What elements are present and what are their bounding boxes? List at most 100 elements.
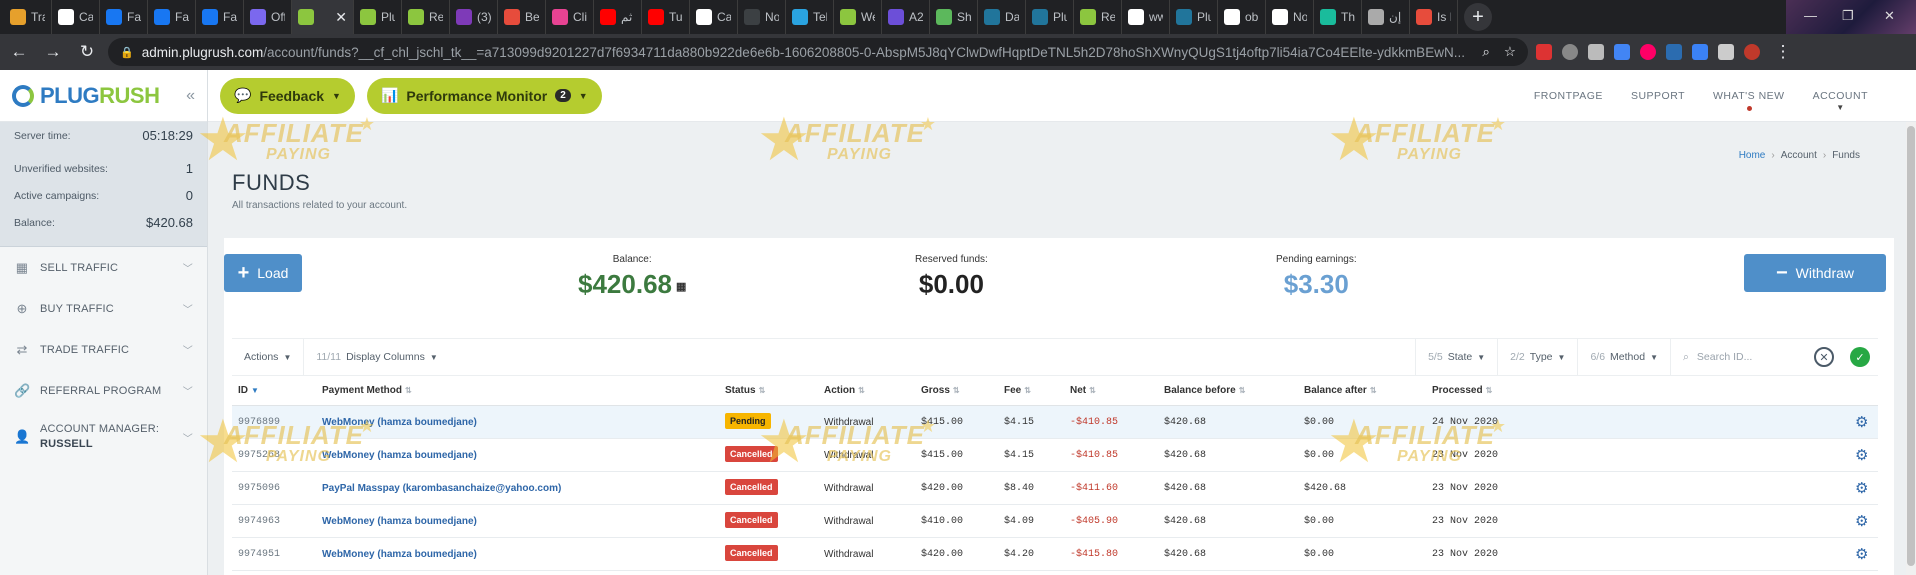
browser-tab[interactable]: Nouve — [738, 0, 786, 34]
browser-tab[interactable]: Sh — [930, 0, 978, 34]
table-row[interactable]: 9976899 WebMoney (hamza boumedjane) Withdr… — [232, 406, 1878, 439]
th-gross[interactable]: Gross ⇅ — [921, 385, 960, 396]
type-filter[interactable]: 2/2 Type ▼ — [1498, 338, 1579, 376]
nav-support[interactable]: SUPPORT — [1631, 90, 1685, 102]
browser-tab[interactable]: Th — [1314, 0, 1362, 34]
display-columns-dropdown[interactable]: 11/11 Display Columns ▼ — [304, 338, 449, 376]
table-row[interactable]: 9975268 WebMoney (hamza boumedjane) Withdr… — [232, 439, 1878, 472]
browser-tab[interactable]: ww — [1122, 0, 1170, 34]
gear-icon[interactable]: ⚙ — [1855, 545, 1868, 563]
menu-dots-icon[interactable]: ⋮ — [1770, 39, 1796, 65]
th-payment-method[interactable]: Payment Method ⇅ — [322, 385, 412, 396]
nav-frontpage[interactable]: FRONTPAGE — [1534, 90, 1603, 102]
extension-icon[interactable] — [1614, 44, 1630, 60]
nav-account[interactable]: ACCOUNT ▼ — [1813, 90, 1868, 112]
extension-icon[interactable] — [1588, 44, 1604, 60]
th-balance-before[interactable]: Balance before ⇅ — [1164, 385, 1245, 396]
close-tab-icon[interactable]: ✕ — [335, 9, 347, 26]
extension-icon[interactable] — [1536, 44, 1552, 60]
browser-tab[interactable]: Plu — [354, 0, 402, 34]
extension-icon[interactable] — [1562, 44, 1578, 60]
cell-payment-method[interactable]: WebMoney (hamza boumedjane) — [322, 549, 477, 560]
browser-tab[interactable]: Tu — [642, 0, 690, 34]
browser-tab[interactable]: Da — [978, 0, 1026, 34]
browser-tab[interactable]: Re — [1074, 0, 1122, 34]
browser-tab[interactable]: Fac — [100, 0, 148, 34]
reload-icon[interactable]: ↻ — [74, 39, 100, 65]
clear-filter-icon[interactable]: ✕ — [1814, 347, 1834, 367]
browser-tab[interactable]: Fac — [148, 0, 196, 34]
sidebar-item-account-manager[interactable]: 👤 Account Manager: Russell ﹀ — [0, 411, 207, 463]
nav-whats-new[interactable]: WHAT'S NEW — [1713, 90, 1785, 111]
withdraw-button[interactable]: − Withdraw — [1744, 254, 1886, 292]
browser-tab[interactable]: Cal — [52, 0, 100, 34]
cell-payment-method[interactable]: PayPal Masspay (karombasanchaize@yahoo.c… — [322, 483, 561, 494]
gear-icon[interactable]: ⚙ — [1855, 512, 1868, 530]
window-close-icon[interactable]: ✕ — [1884, 8, 1895, 24]
extension-icon[interactable] — [1692, 44, 1708, 60]
sidebar-item-sell-traffic[interactable]: ▦ Sell Traffic ﹀ — [0, 247, 207, 288]
table-row[interactable]: 9975096 PayPal Masspay (karombasanchaize@… — [232, 472, 1878, 505]
page-scrollbar[interactable] — [1906, 122, 1916, 575]
logo[interactable]: PLUGRUSH « — [0, 70, 207, 122]
maximize-icon[interactable]: ❐ — [1842, 8, 1854, 24]
browser-tab[interactable]: We — [834, 0, 882, 34]
scrollbar-thumb[interactable] — [1907, 126, 1915, 566]
load-button[interactable]: + Load — [224, 254, 302, 292]
browser-tab[interactable]: Be — [498, 0, 546, 34]
zoom-icon[interactable]: ⌕ — [1482, 44, 1490, 60]
address-bar[interactable]: 🔒 admin.plugrush.com/account/funds?__cf_… — [108, 38, 1528, 66]
browser-tab[interactable]: Tra — [4, 0, 52, 34]
browser-tab[interactable]: Off — [244, 0, 292, 34]
sidebar-item-buy-traffic[interactable]: ⊕ Buy Traffic ﹀ — [0, 288, 207, 329]
apply-filter-icon[interactable]: ✓ — [1850, 347, 1870, 367]
actions-dropdown[interactable]: Actions ▼ — [232, 338, 305, 376]
cell-payment-method[interactable]: WebMoney (hamza boumedjane) — [322, 450, 477, 461]
breadcrumb-home[interactable]: Home — [1739, 150, 1766, 161]
browser-tab[interactable]: Fac — [196, 0, 244, 34]
breadcrumb-account[interactable]: Account — [1781, 150, 1817, 161]
sidebar-item-trade-traffic[interactable]: ⇄ Trade Traffic ﹀ — [0, 329, 207, 370]
gear-icon[interactable]: ⚙ — [1855, 479, 1868, 497]
browser-tab[interactable]: Tel — [786, 0, 834, 34]
back-icon[interactable]: ← — [6, 39, 32, 65]
browser-tab[interactable]: Is I — [1410, 0, 1458, 34]
avatar[interactable] — [1744, 44, 1760, 60]
feedback-button[interactable]: 💬 Feedback ▼ — [220, 77, 355, 114]
browser-tab[interactable]: Plu — [1170, 0, 1218, 34]
gear-icon[interactable]: ⚙ — [1855, 413, 1868, 431]
browser-tab[interactable]: ✕ — [292, 0, 354, 34]
th-fee[interactable]: Fee ⇅ — [1004, 385, 1031, 396]
sidebar-item-referral-program[interactable]: 🔗 Referral Program ﹀ — [0, 370, 207, 411]
browser-tab[interactable]: إن — [1362, 0, 1410, 34]
browser-tab[interactable]: No — [1266, 0, 1314, 34]
extension-icon[interactable] — [1666, 44, 1682, 60]
calculator-icon[interactable]: ▦ — [676, 281, 686, 293]
gear-icon[interactable]: ⚙ — [1855, 446, 1868, 464]
browser-tab[interactable]: (3) — [450, 0, 498, 34]
performance-monitor-button[interactable]: 📊 Performance Monitor 2 ▼ — [366, 77, 602, 114]
search-input[interactable]: ⌕ Search ID... — [1670, 338, 1806, 376]
table-row[interactable]: 9974951 WebMoney (hamza boumedjane) Withdr… — [232, 538, 1878, 571]
table-row[interactable]: 9974963 WebMoney (hamza boumedjane) Withdr… — [232, 505, 1878, 538]
th-net[interactable]: Net ⇅ — [1070, 385, 1096, 396]
browser-tab[interactable]: Plu — [1026, 0, 1074, 34]
browser-tab[interactable]: Cli — [546, 0, 594, 34]
bookmark-star-icon[interactable]: ☆ — [1504, 44, 1516, 60]
cell-payment-method[interactable]: WebMoney (hamza boumedjane) — [322, 516, 477, 527]
th-id[interactable]: ID ▼ — [238, 385, 259, 396]
method-filter[interactable]: 6/6 Method ▼ — [1578, 338, 1670, 376]
collapse-sidebar-icon[interactable]: « — [186, 87, 195, 105]
th-processed[interactable]: Processed ⇅ — [1432, 385, 1492, 396]
state-filter[interactable]: 5/5 State ▼ — [1415, 338, 1499, 376]
browser-tab[interactable]: Ca — [690, 0, 738, 34]
th-action[interactable]: Action ⇅ — [824, 385, 865, 396]
browser-tab[interactable]: A2 — [882, 0, 930, 34]
cell-payment-method[interactable]: WebMoney (hamza boumedjane) — [322, 417, 477, 428]
browser-tab[interactable]: Re — [402, 0, 450, 34]
browser-tab[interactable]: ob — [1218, 0, 1266, 34]
minimize-icon[interactable]: — — [1804, 8, 1817, 23]
puzzle-icon[interactable] — [1718, 44, 1734, 60]
browser-tab[interactable]: ثم — [594, 0, 642, 34]
forward-icon[interactable]: → — [40, 39, 66, 65]
